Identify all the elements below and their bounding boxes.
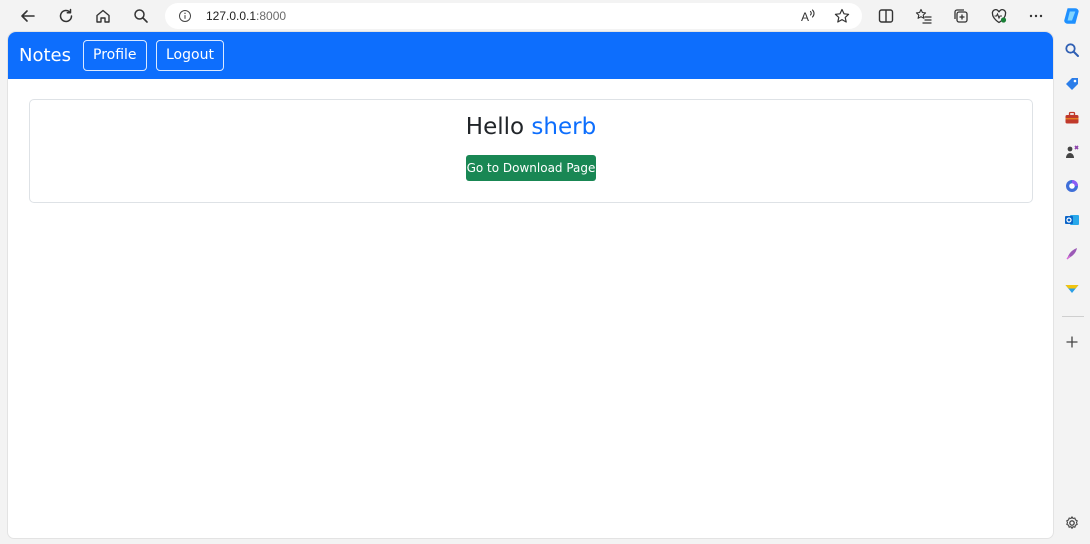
read-aloud-icon[interactable]: A [795, 4, 821, 28]
browser-toolbar: 127.0.0.1:8000 A [0, 0, 1090, 32]
drop-icon[interactable] [1061, 277, 1083, 299]
greeting-heading: Hello sherb [30, 114, 1032, 140]
shopping-tag-icon[interactable] [1061, 73, 1083, 95]
browser-essentials-icon[interactable] [986, 4, 1012, 28]
address-bar[interactable]: 127.0.0.1:8000 [165, 3, 862, 29]
add-icon[interactable] [1061, 331, 1083, 353]
favorite-star-icon[interactable] [829, 4, 855, 28]
page-viewport: Notes Profile Logout Hello sherb Go to D… [8, 32, 1053, 538]
navbar-brand[interactable]: Notes [19, 45, 71, 66]
home-icon[interactable] [90, 4, 116, 28]
more-icon[interactable] [1023, 4, 1049, 28]
svg-text:A: A [801, 10, 809, 24]
app-navbar: Notes Profile Logout [8, 32, 1053, 79]
profile-button[interactable]: Profile [83, 40, 147, 71]
outlook-icon[interactable] [1061, 209, 1083, 231]
greeting-prefix: Hello [465, 114, 525, 140]
settings-icon[interactable] [1061, 512, 1083, 534]
tools-icon[interactable] [1061, 107, 1083, 129]
split-screen-icon[interactable] [873, 4, 899, 28]
favorites-icon[interactable] [911, 4, 937, 28]
search-icon[interactable] [1061, 39, 1083, 61]
browser-sidebar [1055, 0, 1090, 544]
address-url[interactable]: 127.0.0.1:8000 [206, 9, 286, 23]
refresh-icon[interactable] [53, 4, 79, 28]
address-host: 127.0.0.1 [206, 9, 257, 23]
download-page-button[interactable]: Go to Download Page [466, 155, 596, 181]
address-port: :8000 [256, 9, 287, 23]
welcome-card: Hello sherb Go to Download Page [29, 99, 1033, 203]
info-icon[interactable] [177, 8, 193, 24]
designer-icon[interactable] [1061, 243, 1083, 265]
search-icon[interactable] [128, 4, 154, 28]
logout-button[interactable]: Logout [156, 40, 224, 71]
browser-window: 127.0.0.1:8000 A Notes Profile Logout He… [0, 0, 1090, 544]
sidebar-divider [1062, 316, 1084, 317]
microsoft365-icon[interactable] [1061, 175, 1083, 197]
back-icon[interactable] [15, 4, 41, 28]
username: sherb [531, 114, 597, 140]
games-icon[interactable] [1061, 141, 1083, 163]
copilot-icon[interactable] [1061, 5, 1083, 27]
collections-icon[interactable] [948, 4, 974, 28]
